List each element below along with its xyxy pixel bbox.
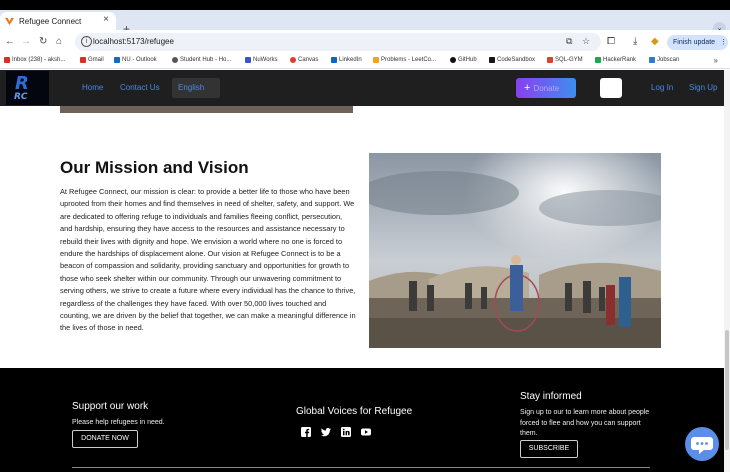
codesandbox-icon bbox=[489, 57, 495, 63]
site-info-icon[interactable]: i bbox=[81, 36, 92, 47]
reload-icon[interactable]: ↻ bbox=[39, 36, 47, 48]
youtube-icon[interactable] bbox=[361, 427, 371, 437]
bookmark-item[interactable]: SQL-GYM bbox=[547, 57, 583, 63]
logo-sub: RC bbox=[14, 92, 28, 102]
mission-body: At Refugee Connect, our mission is clear… bbox=[60, 187, 356, 333]
facebook-icon[interactable] bbox=[301, 427, 311, 437]
mission-title: Our Mission and Vision bbox=[60, 158, 249, 177]
previous-section-image bbox=[60, 106, 353, 113]
bookmark-item[interactable]: Gmail bbox=[80, 57, 104, 63]
nav-link-contact[interactable]: Contact Us bbox=[120, 83, 160, 92]
bookmark-item[interactable]: Jobscan bbox=[649, 57, 679, 63]
leetcode-icon bbox=[373, 57, 379, 63]
home-icon[interactable]: ⌂ bbox=[56, 36, 62, 48]
chat-button[interactable] bbox=[685, 427, 719, 461]
gmail-icon bbox=[80, 57, 86, 63]
theme-toggle-button[interactable] bbox=[600, 78, 622, 98]
window-top-strip bbox=[0, 0, 730, 10]
voices-heading: Global Voices for Refugee bbox=[296, 406, 413, 417]
finish-update-button[interactable]: Finish update ⋮ bbox=[667, 35, 728, 50]
chat-bubble-icon bbox=[691, 437, 713, 454]
nav-link-home[interactable]: Home bbox=[82, 83, 103, 92]
open-in-app-icon[interactable]: ⧉ bbox=[566, 36, 572, 47]
twitter-icon[interactable] bbox=[321, 427, 331, 437]
login-link[interactable]: Log In bbox=[651, 83, 673, 92]
stay-informed-text: Sign up to our to learn more about peopl… bbox=[520, 409, 650, 437]
github-icon bbox=[450, 57, 456, 63]
bookmark-item[interactable]: NuWorks bbox=[245, 57, 278, 63]
site-logo[interactable]: R RC bbox=[6, 71, 49, 105]
sqlgym-icon bbox=[547, 57, 553, 63]
profile-extension-icon[interactable]: ◆ bbox=[651, 36, 659, 48]
signup-link[interactable]: Sign Up bbox=[689, 83, 717, 92]
nuworks-icon bbox=[245, 57, 251, 63]
gmail-icon bbox=[4, 57, 10, 63]
bookmark-star-icon[interactable]: ☆ bbox=[582, 36, 590, 47]
bookmark-item[interactable]: Student Hub - Ho... bbox=[172, 57, 231, 63]
bookmark-item[interactable]: LinkedIn bbox=[331, 57, 362, 63]
bookmark-item[interactable]: CodeSandbox bbox=[489, 57, 535, 63]
close-icon[interactable]: × bbox=[103, 14, 109, 25]
logo-mark: R bbox=[15, 73, 29, 94]
donate-button[interactable]: + Donate bbox=[516, 78, 576, 98]
back-arrow-icon[interactable]: ← bbox=[5, 36, 15, 48]
jobscan-icon bbox=[649, 57, 655, 63]
canvas-icon bbox=[290, 57, 296, 63]
bookmark-item[interactable]: HackerRank bbox=[595, 57, 636, 63]
browser-toolbar: ← → ↻ ⌂ i localhost:5173/refugee ⧉ ☆ ⧠ ⤓… bbox=[0, 30, 730, 54]
tab-bar: Refugee Connect × + ⌄ bbox=[0, 10, 730, 36]
bookmarks-bar: Inbox (238) - aksh... Gmail NU - Outlook… bbox=[0, 54, 730, 69]
bookmark-item[interactable]: GitHub bbox=[450, 57, 477, 63]
donate-now-button[interactable]: DONATE NOW bbox=[72, 430, 138, 448]
photo-illustration bbox=[369, 153, 661, 348]
outlook-icon bbox=[114, 57, 120, 63]
site-favicon bbox=[5, 17, 14, 25]
bookmark-item[interactable]: Inbox (238) - aksh... bbox=[4, 57, 65, 63]
support-text: Please help refugees in need. bbox=[72, 419, 165, 426]
scrollbar-thumb[interactable] bbox=[725, 330, 729, 450]
more-bookmarks-icon[interactable]: » bbox=[714, 56, 718, 65]
stay-informed-heading: Stay informed bbox=[520, 391, 582, 402]
tab-title: Refugee Connect bbox=[19, 16, 82, 26]
support-heading: Support our work bbox=[72, 401, 149, 412]
subscribe-button[interactable]: SUBSCRIBE bbox=[520, 440, 578, 458]
more-vert-icon: ⋮ bbox=[719, 39, 727, 46]
linkedin-icon[interactable] bbox=[341, 427, 351, 437]
extensions-icon[interactable]: ⧠ bbox=[607, 36, 615, 48]
plus-icon: + bbox=[524, 82, 531, 94]
donate-label: Donate bbox=[533, 84, 560, 93]
hackerrank-icon bbox=[595, 57, 601, 63]
download-icon[interactable]: ⤓ bbox=[633, 36, 637, 48]
globe-icon bbox=[172, 57, 178, 63]
url-text[interactable]: localhost:5173/refugee bbox=[93, 37, 174, 46]
bookmark-item[interactable]: Canvas bbox=[290, 57, 318, 63]
footer-divider bbox=[72, 467, 650, 468]
finish-update-label: Finish update bbox=[673, 39, 716, 46]
browser-tab[interactable]: Refugee Connect × bbox=[0, 12, 116, 30]
refugee-camp-photo bbox=[369, 153, 661, 348]
forward-arrow-icon[interactable]: → bbox=[21, 36, 31, 48]
address-bar[interactable]: i localhost:5173/refugee ⧉ ☆ bbox=[75, 33, 601, 51]
language-select[interactable]: English bbox=[172, 78, 220, 98]
bookmark-item[interactable]: Problems - LeetCo... bbox=[373, 57, 436, 63]
linkedin-icon bbox=[331, 57, 337, 63]
bookmark-item[interactable]: NU - Outlook bbox=[114, 57, 157, 63]
